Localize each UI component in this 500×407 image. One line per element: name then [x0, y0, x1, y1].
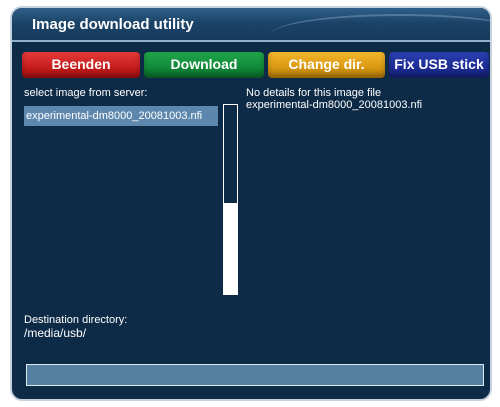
image-download-window: Image download utility Beenden Download … — [10, 6, 492, 401]
title-bar: Image download utility — [12, 8, 490, 42]
download-progress-bar — [26, 364, 484, 386]
download-button[interactable]: Download — [144, 52, 264, 78]
list-item-selected[interactable]: experimental-dm8000_20081003.nfi — [24, 106, 218, 126]
details-filename: experimental-dm8000_20081003.nfi — [246, 99, 423, 111]
window-title: Image download utility — [32, 16, 194, 33]
change-dir-button[interactable]: Change dir. — [268, 52, 385, 78]
destination-path: /media/usb/ — [24, 326, 87, 340]
exit-button[interactable]: Beenden — [22, 52, 140, 78]
scrollbar-thumb[interactable] — [224, 203, 237, 294]
details-status: No details for this image file — [246, 87, 382, 99]
image-list-scrollbar[interactable] — [223, 104, 238, 295]
title-bar-decoration — [270, 14, 490, 56]
image-list[interactable]: experimental-dm8000_20081003.nfi — [24, 106, 220, 302]
destination-label: Destination directory: — [24, 314, 128, 326]
image-list-heading: select image from server: — [24, 87, 148, 99]
fix-usb-stick-button[interactable]: Fix USB stick — [389, 52, 489, 78]
